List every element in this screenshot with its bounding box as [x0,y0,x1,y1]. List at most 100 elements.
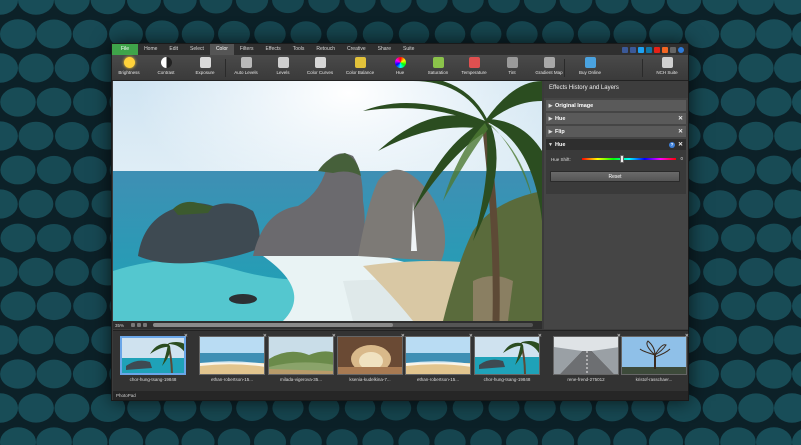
auto-levels-icon [240,57,252,68]
hue-shift-slider[interactable] [582,155,676,163]
rss-icon[interactable] [662,46,668,53]
thumbnail-caption: chor-hung-tsang-19848 [129,377,177,382]
ribbon-button-auto-levels[interactable]: Auto Levels [232,57,260,78]
reset-button[interactable]: Reset [550,171,680,182]
levels-icon [277,57,289,68]
ribbon-button-label: Color Balance [345,70,375,75]
tint-icon [506,57,518,68]
filmstrip-thumbnail[interactable]: ✕ kristof-rasschaer... [621,333,689,386]
scrollbar-thumb[interactable] [153,323,393,327]
effect-item-label: Hue [555,141,566,148]
ribbon-button-tint[interactable]: Tint [498,57,526,78]
linkedin-icon[interactable] [646,46,652,53]
contrast-icon [160,57,172,68]
effect-item-label: Original Image [555,102,594,109]
fit-window-icon[interactable] [143,323,147,327]
effect-item-flip[interactable]: ▶ Flip ✕ [546,126,686,137]
image-canvas[interactable] [113,81,542,321]
close-icon[interactable]: ✕ [332,333,336,339]
close-icon[interactable]: ✕ [184,333,188,339]
menu-tab-select[interactable]: Select [184,44,210,55]
ribbon-button-nch-suite[interactable]: NCH Suite [653,57,681,78]
menu-tab-edit[interactable]: Edit [163,44,184,55]
filmstrip: ✕ chor-hung-tsang-19848 ✕ ethan-robertson-1… [113,330,689,392]
help-icon[interactable] [678,46,684,53]
facebook-icon[interactable] [630,46,636,53]
thumbnail-caption: ksenia-kudelkina-7... [349,377,391,382]
ribbon-button-buy-online[interactable]: Buy Online [576,57,604,78]
zoom-in-icon[interactable] [137,323,141,327]
filmstrip-thumbnail[interactable]: ✕ ethan-robertson-15... [199,333,267,386]
close-icon[interactable]: ✕ [469,333,473,339]
close-icon[interactable]: ✕ [678,141,683,148]
thumbnail-image [405,336,471,375]
ribbon-button-hue[interactable]: Hue [386,57,414,78]
zoom-out-icon[interactable] [131,323,135,327]
expand-right-icon[interactable]: ▶ [546,116,555,122]
hue-wheel-icon [394,57,406,68]
menu-tab-suite[interactable]: Suite [397,44,420,55]
effect-item-hue[interactable]: ▼ Hue? ✕ [546,139,686,150]
ribbon-button-exposure[interactable]: Exposure [191,57,219,78]
twitter-icon[interactable] [638,46,644,53]
close-icon[interactable]: ✕ [685,333,689,339]
ribbon-separator [564,59,565,77]
close-icon[interactable]: ✕ [263,333,267,339]
ribbon-button-label: Temperature [461,70,487,75]
filmstrip-thumbnail[interactable]: ✕ chor-hung-tsang-19848 [120,333,188,386]
close-icon[interactable]: ✕ [678,128,683,135]
thermometer-icon [468,57,480,68]
ribbon-button-temperature[interactable]: Temperature [460,57,488,78]
gradient-map-icon [543,57,555,68]
dropdown-chevron-icon[interactable] [670,46,676,53]
ribbon-button-label: Color Curves [306,70,334,75]
ribbon-button-gradient-map[interactable]: Gradient Map [535,57,563,78]
menu-tab-retouch[interactable]: Retouch [310,44,341,55]
menu-tab-tools[interactable]: Tools [287,44,311,55]
filmstrip-thumbnail[interactable]: ✕ milada-vigerova-35... [268,333,336,386]
filmstrip-thumbnail[interactable]: ✕ rene-frend-275012 [553,333,621,386]
menu-tab-file[interactable]: File [112,44,139,55]
ribbon-button-saturation[interactable]: Saturation [424,57,452,78]
ribbon-button-label: Hue [395,70,405,75]
ribbon-button-contrast[interactable]: Contrast [152,57,180,78]
ribbon-button-levels[interactable]: Levels [269,57,297,78]
menu-tab-creative[interactable]: Creative [341,44,372,55]
thumbnail-caption: milada-vigerova-35... [279,377,323,382]
menu-tab-color[interactable]: Color [209,44,234,55]
expand-down-icon[interactable]: ▼ [546,142,555,148]
ribbon-button-label: Exposure [195,70,215,75]
expand-right-icon[interactable]: ▶ [546,129,555,135]
filmstrip-thumbnail[interactable]: ✕ ethan-robertson-15... [405,333,473,386]
hue-shift-value: 0 [680,156,683,161]
thumbnail-image [120,336,186,375]
thumbnail-caption: ethan-robertson-15... [416,377,460,382]
effect-item-original-image[interactable]: ▶ Original Image [546,100,686,111]
zoom-level: 35% [115,322,125,328]
menu-tab-effects[interactable]: Effects [260,44,287,55]
saturation-icon [432,57,444,68]
exposure-icon [199,57,211,68]
filmstrip-thumbnail[interactable]: ✕ ksenia-kudelkina-7... [337,333,405,386]
menu-tab-filters[interactable]: Filters [234,44,260,55]
ribbon-button-brightness[interactable]: Brightness [115,57,143,78]
like-icon[interactable] [622,46,628,53]
close-icon[interactable]: ✕ [538,333,542,339]
youtube-icon[interactable] [654,46,660,53]
filmstrip-thumbnail[interactable]: ✕ chor-hung-tsang-19848 [474,333,542,386]
close-icon[interactable]: ✕ [678,115,683,122]
sun-icon [123,57,135,68]
horizontal-scrollbar[interactable] [153,323,533,327]
ribbon-separator [225,59,226,77]
expand-right-icon[interactable]: ▶ [546,103,555,109]
thumbnail-caption: rene-frend-275012 [567,377,605,382]
effect-help-icon[interactable]: ? [669,141,675,148]
menu-tab-share[interactable]: Share [372,44,397,55]
ribbon-button-color-balance[interactable]: Color Balance [346,57,374,78]
hue-shift-slider-thumb[interactable] [620,155,625,163]
menu-tab-home[interactable]: Home [138,44,163,55]
ribbon-button-label: Buy Online [578,70,601,75]
menu-bar: File Home Edit Select Color Filters Effects Too… [112,44,688,55]
ribbon-button-color-curves[interactable]: Color Curves [306,57,334,78]
effect-item-hue[interactable]: ▶ Hue ✕ [546,113,686,124]
